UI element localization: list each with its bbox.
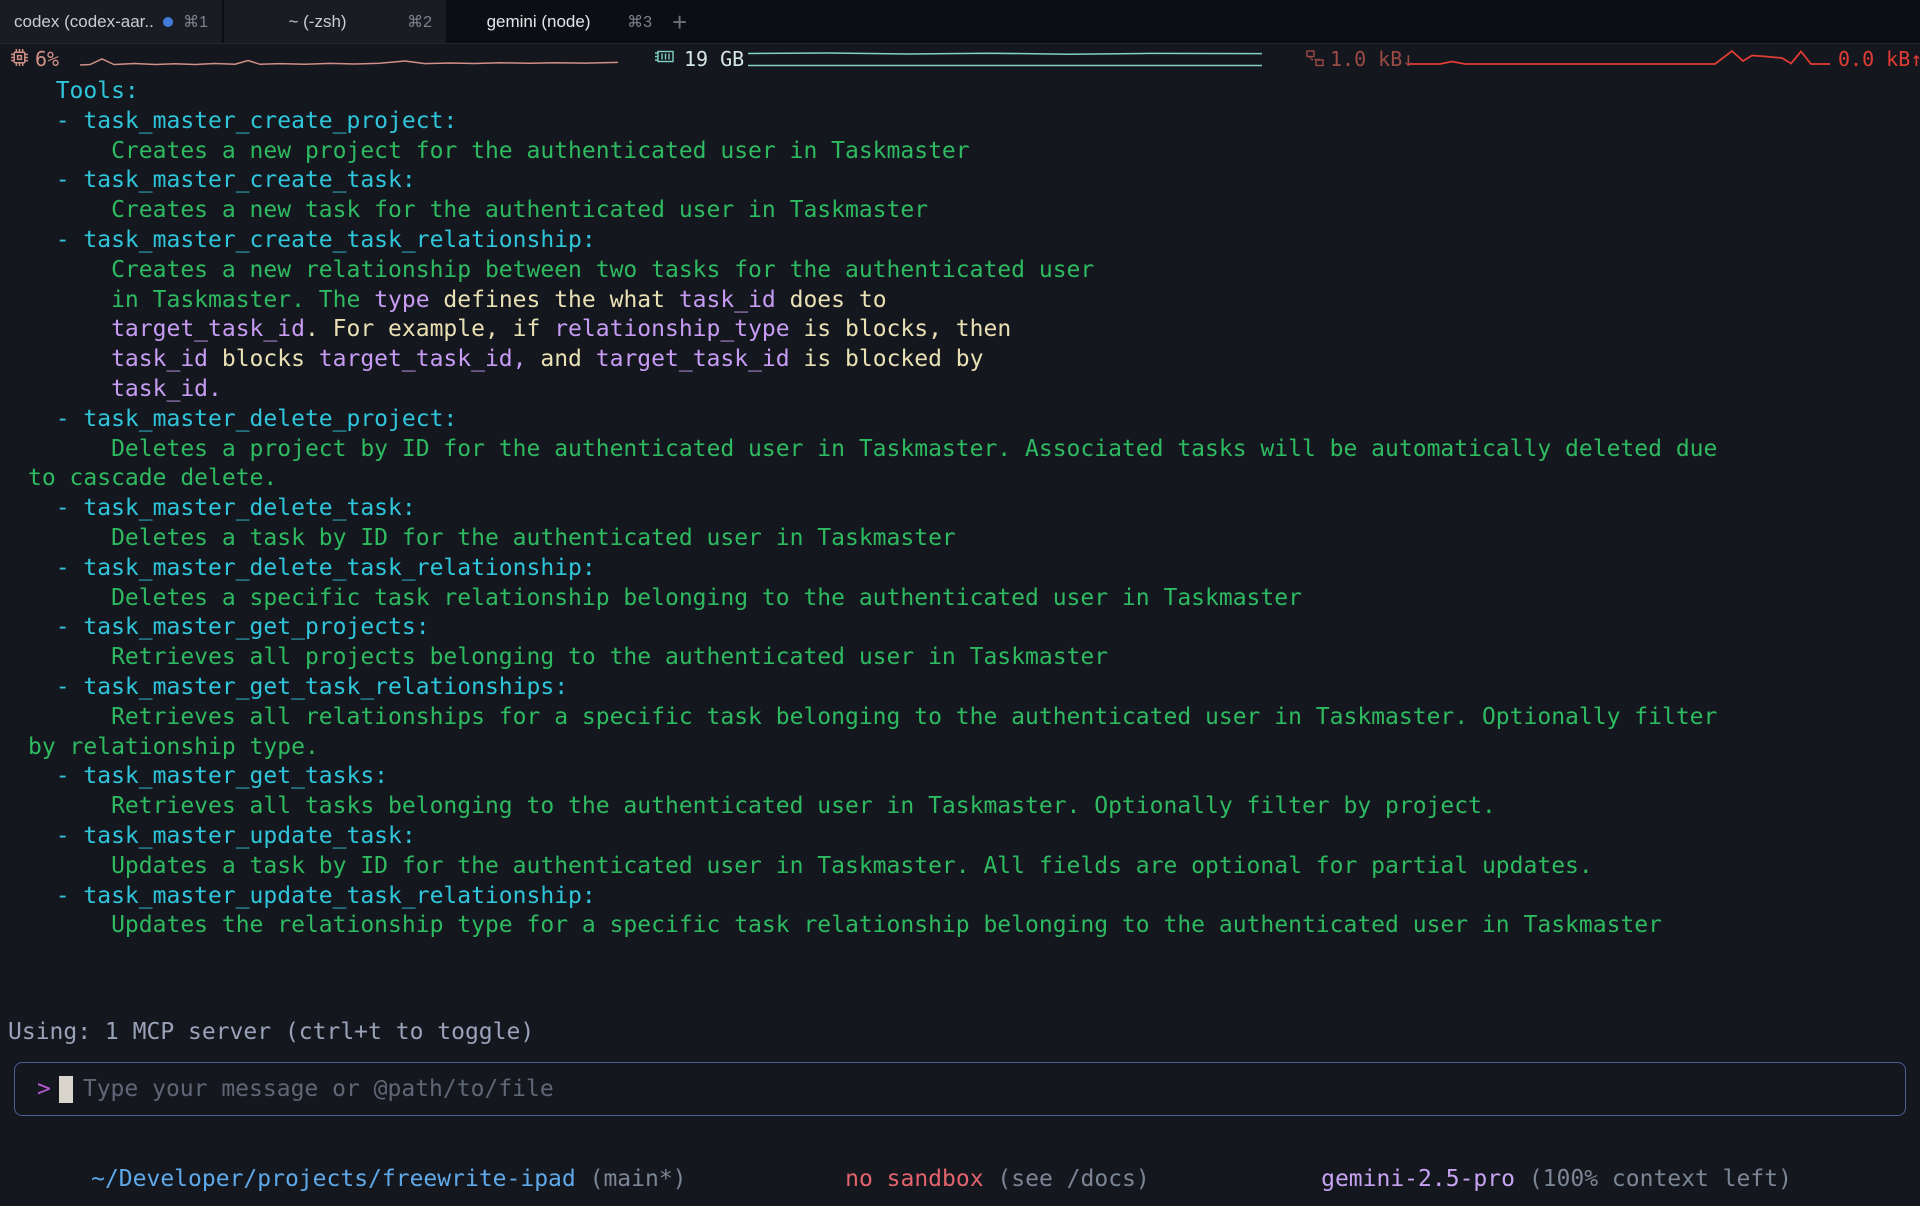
sandbox-status: no sandbox	[845, 1166, 983, 1192]
network-upload-value: 0.0 kB↑	[1838, 47, 1920, 71]
terminal-line: Retrieves all projects belonging to the …	[28, 643, 1717, 673]
terminal-line: Creates a new project for the authentica…	[28, 137, 1717, 167]
terminal-line: Retrieves all tasks belonging to the aut…	[28, 792, 1717, 822]
tab-codex[interactable]: codex (codex-aar... ⌘1	[0, 0, 223, 43]
terminal-line: Updates the relationship type for a spec…	[28, 911, 1717, 941]
terminal-line: in Taskmaster. The type defines the what…	[28, 286, 1717, 316]
terminal-output: Tools: - task_master_create_project: Cre…	[28, 77, 1717, 941]
tab-shortcut: ⌘2	[407, 12, 432, 32]
sandbox-note: (see /docs)	[984, 1166, 1150, 1192]
terminal-line: - task_master_update_task:	[28, 822, 1717, 852]
prompt-symbol: >	[37, 1076, 51, 1102]
tab-label: codex (codex-aar...	[14, 12, 153, 32]
terminal-line: Deletes a specific task relationship bel…	[28, 584, 1717, 614]
context-remaining: (100% context left)	[1515, 1166, 1792, 1192]
network-icon	[1306, 50, 1324, 67]
message-input[interactable]: > Type your message or @path/to/file	[14, 1062, 1906, 1116]
terminal-line: Retrieves all relationships for a specif…	[28, 703, 1717, 733]
terminal-line: - task_master_create_task:	[28, 166, 1717, 196]
terminal-line: - task_master_delete_project:	[28, 405, 1717, 435]
terminal-line: - task_master_get_projects:	[28, 613, 1717, 643]
terminal-line: - task_master_get_task_relationships:	[28, 673, 1717, 703]
terminal-line: - task_master_get_tasks:	[28, 762, 1717, 792]
cpu-icon	[10, 48, 29, 67]
cpu-usage-value: 6%	[35, 47, 59, 71]
memory-usage-value: 19 GB	[684, 47, 744, 71]
tab-gemini-active[interactable]: gemini (node) ⌘3	[446, 0, 666, 43]
terminal-line: - task_master_create_project:	[28, 107, 1717, 137]
model-name: gemini-2.5-pro	[1321, 1166, 1515, 1192]
terminal-line: Updates a task by ID for the authenticat…	[28, 852, 1717, 882]
terminal-line: Tools:	[28, 77, 1717, 107]
terminal-line: - task_master_delete_task_relationship:	[28, 554, 1717, 584]
footer-status-bar: ~/Developer/projects/freewrite-ipad (mai…	[0, 1140, 1920, 1170]
tab-label: ~ (-zsh)	[238, 12, 397, 32]
terminal-line: Creates a new relationship between two t…	[28, 256, 1717, 286]
terminal-line: task_id blocks target_task_id, and targe…	[28, 345, 1717, 375]
git-branch: (main*)	[576, 1166, 687, 1192]
terminal-line: Deletes a project by ID for the authenti…	[28, 435, 1717, 465]
memory-usage-graph	[748, 50, 1262, 68]
terminal-line: task_id.	[28, 375, 1717, 405]
mcp-status: Using: 1 MCP server (ctrl+t to toggle)	[8, 1019, 534, 1045]
memory-icon	[654, 48, 676, 65]
tab-shortcut: ⌘1	[183, 12, 208, 32]
new-tab-button[interactable]: +	[672, 5, 687, 39]
text-cursor	[59, 1076, 73, 1103]
tab-zsh[interactable]: ~ (-zsh) ⌘2	[224, 0, 446, 43]
terminal-line: - task_master_create_task_relationship:	[28, 226, 1717, 256]
tab-bar: codex (codex-aar... ⌘1 ~ (-zsh) ⌘2 gemin…	[0, 0, 1920, 44]
tab-shortcut: ⌘3	[627, 12, 652, 32]
terminal-line: to cascade delete.	[28, 464, 1717, 494]
terminal-line: - task_master_update_task_relationship:	[28, 882, 1717, 912]
input-placeholder: Type your message or @path/to/file	[83, 1076, 554, 1102]
network-traffic-graph	[1410, 48, 1830, 68]
terminal-line: - task_master_delete_task:	[28, 494, 1717, 524]
activity-dot-icon	[163, 17, 173, 27]
terminal-line: by relationship type.	[28, 733, 1717, 763]
cpu-usage-graph	[80, 50, 618, 68]
system-stats-bar: 6% 19 GB 1.0 kB↓ 0.0 kB↑	[0, 44, 1920, 72]
tab-label: gemini (node)	[460, 12, 617, 32]
terminal-line: target_task_id. For example, if relation…	[28, 315, 1717, 345]
network-download-value: 1.0 kB↓	[1330, 47, 1414, 71]
terminal-line: Creates a new task for the authenticated…	[28, 196, 1717, 226]
terminal-line: Deletes a task by ID for the authenticat…	[28, 524, 1717, 554]
cwd-path: ~/Developer/projects/freewrite-ipad	[91, 1166, 576, 1192]
terminal-window: codex (codex-aar... ⌘1 ~ (-zsh) ⌘2 gemin…	[0, 0, 1920, 1206]
